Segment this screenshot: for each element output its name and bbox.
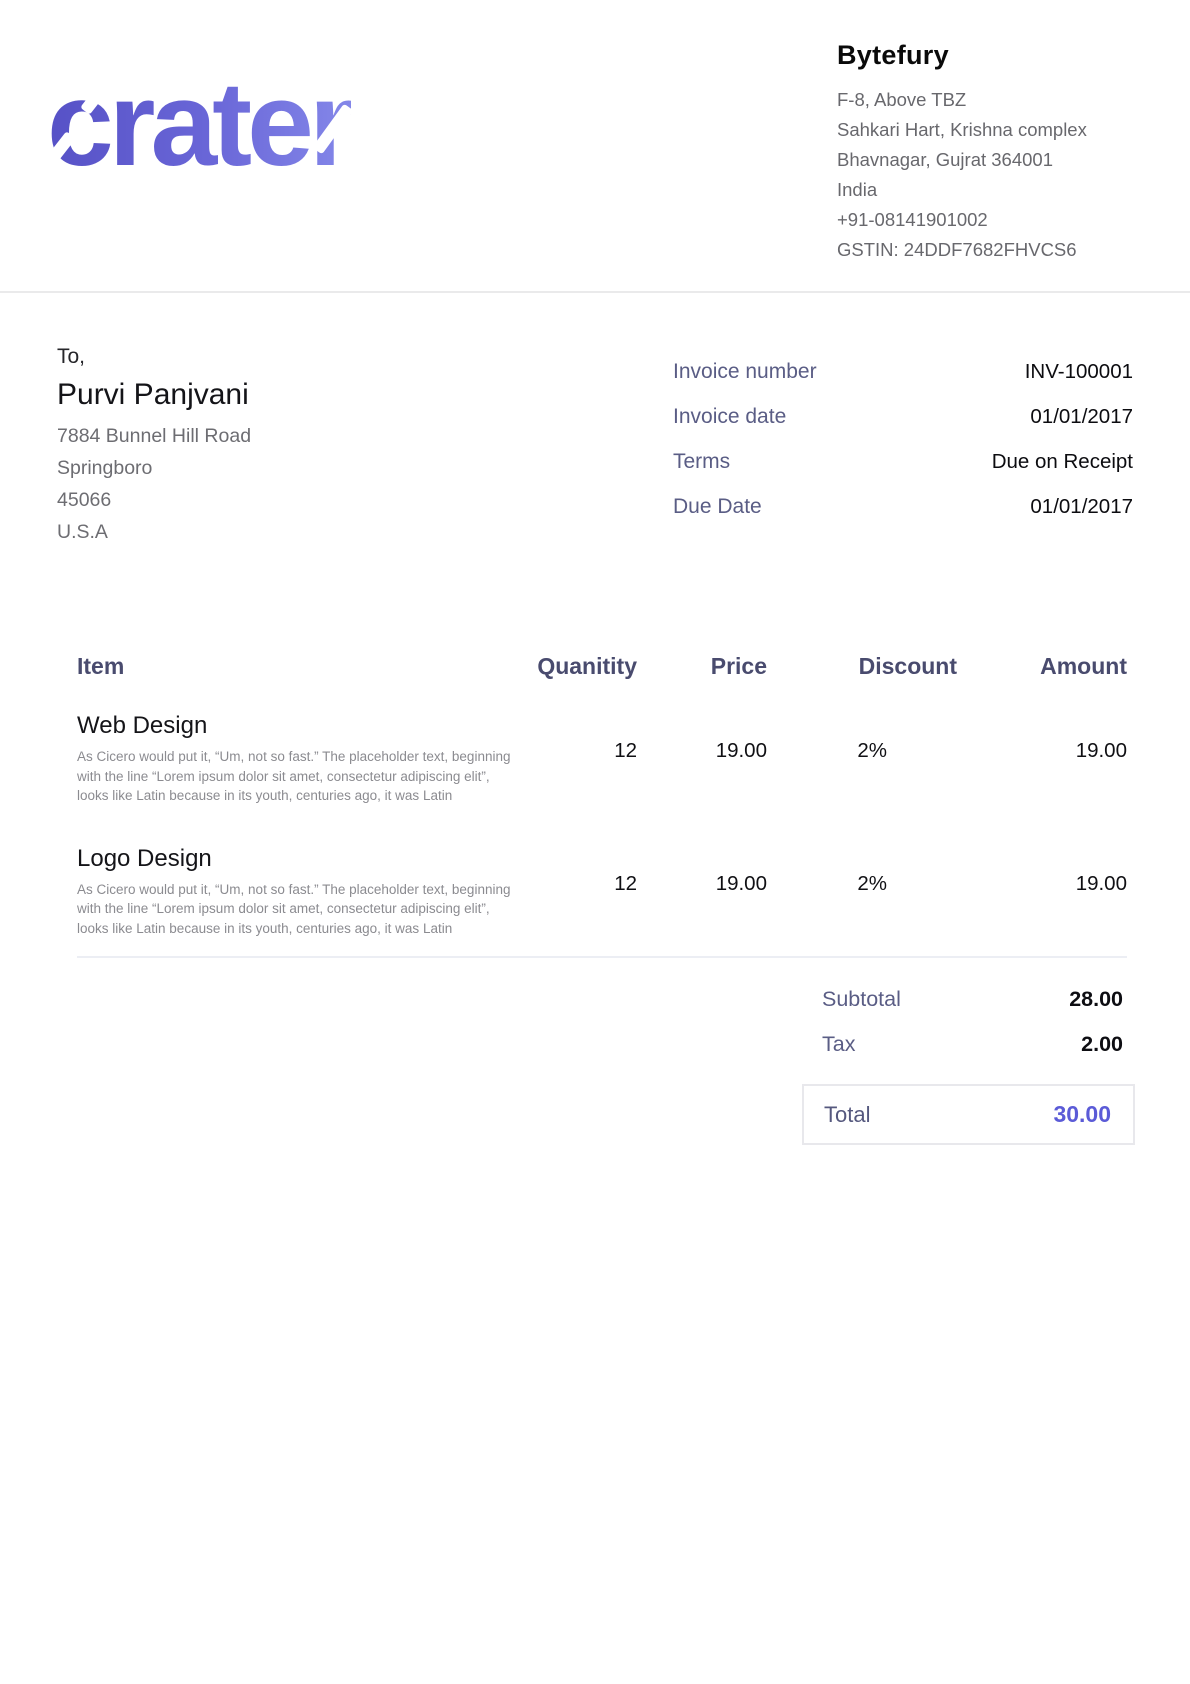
- item-amount: 19.00: [957, 842, 1127, 896]
- invoice-number-value: INV-100001: [1025, 357, 1133, 387]
- item-name: Web Design: [77, 709, 517, 742]
- tax-label: Tax: [822, 1029, 855, 1060]
- subtotal-value: 28.00: [1069, 984, 1123, 1015]
- item-discount: 2%: [767, 709, 957, 763]
- invoice-number-row: Invoice number INV-100001: [673, 357, 1133, 387]
- invoice-date-label: Invoice date: [673, 402, 786, 432]
- header-price: Price: [637, 653, 767, 680]
- company-phone: +91-08141901002: [837, 205, 1137, 235]
- customer-address-line: 45066: [57, 484, 251, 516]
- crater-logo: crater: [47, 64, 351, 224]
- table-row: Web Design As Cicero would put it, “Um, …: [77, 709, 1127, 806]
- invoice-page: crater Bytefury F-8, Above TBZ Sahkari H…: [0, 0, 1190, 1684]
- item-cell: Web Design As Cicero would put it, “Um, …: [77, 709, 517, 806]
- terms-value: Due on Receipt: [992, 447, 1133, 477]
- subtotal-row: Subtotal 28.00: [822, 984, 1123, 1015]
- header-quantity: Quanitity: [517, 653, 637, 680]
- grand-total-box: Total 30.00: [802, 1084, 1135, 1145]
- item-price: 19.00: [637, 709, 767, 763]
- items-separator-line: [77, 956, 1127, 958]
- company-gstin: GSTIN: 24DDF7682FHVCS6: [837, 235, 1137, 265]
- items-table: Item Quanitity Price Discount Amount Web…: [57, 653, 1133, 958]
- tax-value: 2.00: [1081, 1029, 1123, 1060]
- items-table-header: Item Quanitity Price Discount Amount: [77, 653, 1127, 680]
- tax-row: Tax 2.00: [822, 1029, 1123, 1060]
- totals-block: Subtotal 28.00 Tax 2.00 Total 30.00: [57, 984, 1133, 1145]
- company-address-line: F-8, Above TBZ: [837, 85, 1137, 115]
- invoice-date-value: 01/01/2017: [1030, 402, 1133, 432]
- header-discount: Discount: [767, 653, 957, 680]
- company-address-line: Bhavnagar, Gujrat 364001: [837, 145, 1137, 175]
- item-amount: 19.00: [957, 709, 1127, 763]
- total-label: Total: [824, 1102, 870, 1128]
- company-address-line: Sahkari Hart, Krishna complex: [837, 115, 1137, 145]
- customer-address-line: 7884 Bunnel Hill Road: [57, 420, 251, 452]
- totals-rows: Subtotal 28.00 Tax 2.00: [822, 984, 1123, 1074]
- customer-name: Purvi Panjvani: [57, 378, 251, 412]
- item-discount: 2%: [767, 842, 957, 896]
- item-quantity: 12: [517, 709, 637, 763]
- total-value: 30.00: [1053, 1101, 1111, 1128]
- customer-address-line: U.S.A: [57, 516, 251, 548]
- bill-to-label: To,: [57, 345, 251, 369]
- table-row: Logo Design As Cicero would put it, “Um,…: [77, 842, 1127, 939]
- customer-address-line: Springboro: [57, 452, 251, 484]
- company-name: Bytefury: [837, 40, 1137, 71]
- company-address: F-8, Above TBZ Sahkari Hart, Krishna com…: [837, 85, 1137, 265]
- due-date-row: Due Date 01/01/2017: [673, 492, 1133, 522]
- item-description: As Cicero would put it, “Um, not so fast…: [77, 880, 517, 939]
- terms-row: Terms Due on Receipt: [673, 447, 1133, 477]
- item-name: Logo Design: [77, 842, 517, 875]
- bill-to-block: To, Purvi Panjvani 7884 Bunnel Hill Road…: [57, 345, 251, 548]
- due-date-label: Due Date: [673, 492, 762, 522]
- item-description: As Cicero would put it, “Um, not so fast…: [77, 747, 517, 806]
- header-amount: Amount: [957, 653, 1127, 680]
- company-info-block: Bytefury F-8, Above TBZ Sahkari Hart, Kr…: [837, 30, 1137, 291]
- item-quantity: 12: [517, 842, 637, 896]
- header-item: Item: [77, 653, 517, 680]
- invoice-meta-block: Invoice number INV-100001 Invoice date 0…: [673, 357, 1133, 548]
- company-address-line: India: [837, 175, 1137, 205]
- invoice-header: crater Bytefury F-8, Above TBZ Sahkari H…: [0, 0, 1190, 293]
- crater-logo-text: crater: [47, 64, 351, 184]
- invoice-number-label: Invoice number: [673, 357, 817, 387]
- invoice-date-row: Invoice date 01/01/2017: [673, 402, 1133, 432]
- item-price: 19.00: [637, 842, 767, 896]
- item-cell: Logo Design As Cicero would put it, “Um,…: [77, 842, 517, 939]
- billing-and-meta-row: To, Purvi Panjvani 7884 Bunnel Hill Road…: [57, 345, 1133, 548]
- terms-label: Terms: [673, 447, 730, 477]
- invoice-body: To, Purvi Panjvani 7884 Bunnel Hill Road…: [0, 345, 1190, 1145]
- subtotal-label: Subtotal: [822, 984, 901, 1015]
- due-date-value: 01/01/2017: [1030, 492, 1133, 522]
